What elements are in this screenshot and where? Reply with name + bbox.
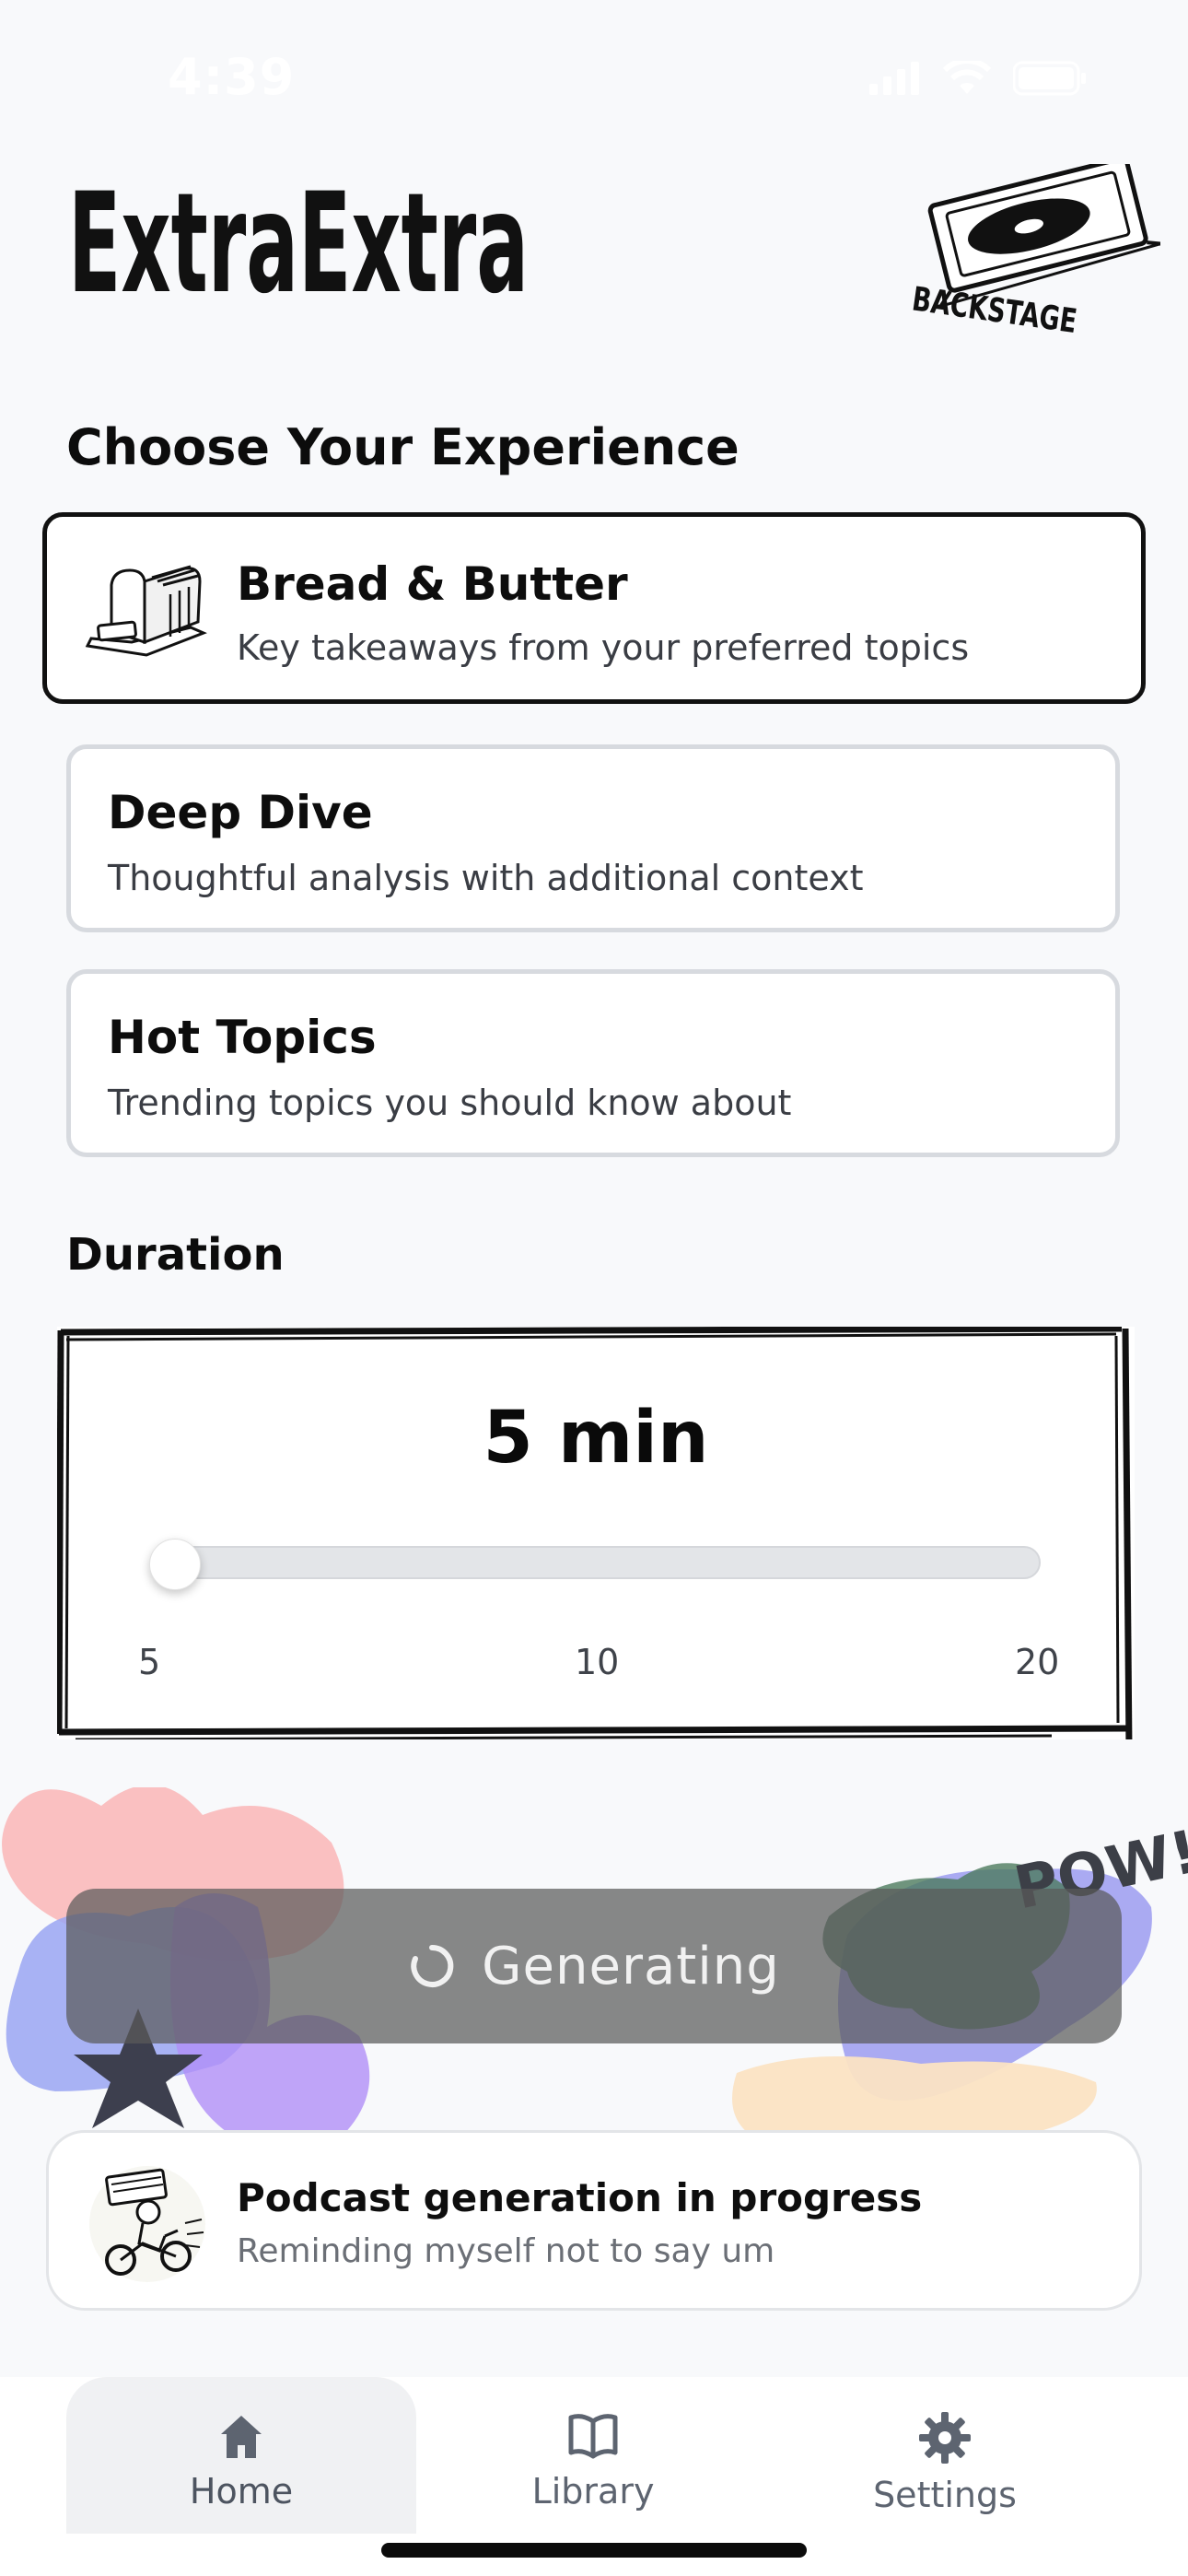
wifi-icon [943,61,991,94]
duration-slider-track[interactable] [153,1546,1041,1579]
progress-subtitle: Reminding myself not to say um [237,2232,775,2270]
generate-button-label: Generating [482,1936,780,1996]
backstage-logo: BACKSTAGE [910,156,1161,341]
svg-text:ExtraExtra: ExtraExtra [68,173,529,311]
app-logo: ExtraExtra [68,164,547,324]
status-time: 4:39 [168,48,296,106]
spinner-icon [411,1944,454,1987]
experience-option-subtitle: Thoughtful analysis with additional cont… [108,858,864,898]
duration-tick-label: 10 [575,1642,620,1682]
duration-value: 5 min [483,1397,709,1480]
home-indicator [381,2543,807,2558]
experience-option-subtitle: Key takeaways from your preferred topics [237,627,970,668]
tab-label: Home [189,2471,294,2512]
tab-label: Library [531,2471,655,2512]
experience-option-deep-dive[interactable]: Deep Dive Thoughtful analysis with addit… [66,744,1120,932]
experience-option-hot-topics[interactable]: Hot Topics Trending topics you should kn… [66,969,1120,1157]
generate-button[interactable]: Generating [66,1889,1122,2043]
tab-label: Settings [873,2475,1017,2515]
tab-library[interactable]: Library [418,2377,768,2534]
tab-home[interactable]: Home [66,2377,416,2534]
experience-option-title: Bread & Butter [237,557,628,611]
status-bar: 4:39 [0,0,1188,138]
duration-section-title: Duration [66,1229,285,1281]
gear-icon [919,2412,971,2464]
experience-option-title: Deep Dive [108,786,373,839]
experience-option-bread-and-butter[interactable]: Bread & Butter Key takeaways from your p… [42,512,1146,704]
status-icons [869,61,1087,96]
battery-icon [1013,61,1086,96]
duration-tick-label: 5 [138,1642,161,1682]
book-icon [568,2414,618,2459]
generation-progress-card: Podcast generation in progress Reminding… [46,2130,1142,2311]
experience-section-title: Choose Your Experience [66,418,740,476]
experience-option-subtitle: Trending topics you should know about [108,1083,792,1123]
duration-slider-thumb[interactable] [149,1539,201,1590]
bread-icon [85,565,207,657]
progress-title: Podcast generation in progress [237,2175,923,2220]
tab-settings[interactable]: Settings [770,2377,1120,2534]
experience-option-title: Hot Topics [108,1011,377,1064]
home-icon [221,2416,262,2458]
duration-panel: 5 min 5 10 20 [57,1327,1135,1739]
newsboy-bike-icon [89,2166,205,2282]
cellular-signal-icon [869,62,919,95]
duration-tick-label: 20 [1015,1642,1060,1682]
